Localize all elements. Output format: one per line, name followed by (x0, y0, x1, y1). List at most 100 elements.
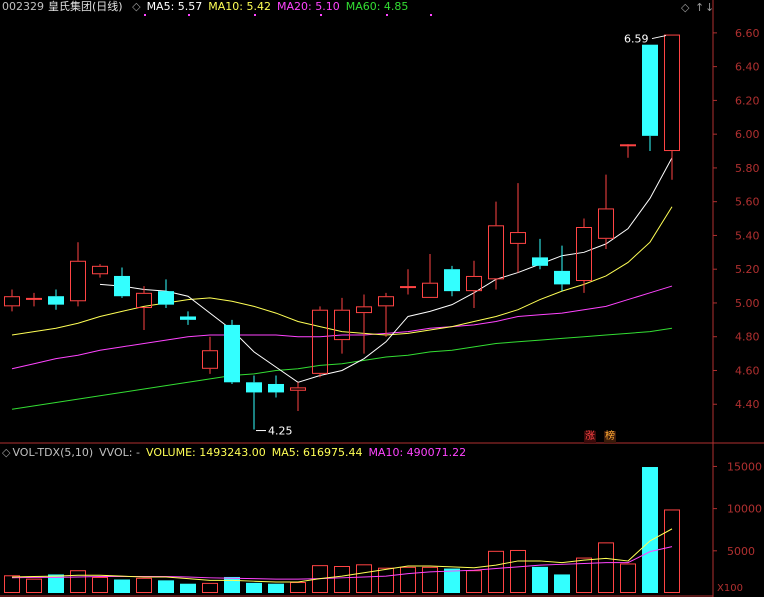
volume-bar (378, 567, 394, 593)
price-tick-label: 4.60 (735, 364, 760, 377)
arrow-down-icon[interactable]: ↓ (705, 1, 714, 14)
bang-badge[interactable]: 榜 (604, 431, 616, 443)
candle (378, 292, 394, 337)
zhang-badge[interactable]: 涨 (584, 431, 596, 443)
candle (180, 311, 196, 325)
candle (510, 183, 526, 273)
candle (48, 289, 64, 310)
candle (224, 319, 240, 384)
candle (26, 292, 42, 307)
volume-header: ◇ VOL-TDX(5,10) VVOL: - VOLUME: 1493243.00 M… (2, 446, 472, 460)
volume-bar (202, 582, 218, 593)
vol-settings-diamond-icon[interactable]: ◇ (2, 446, 10, 459)
candle-body (246, 382, 262, 393)
candle-body (576, 227, 592, 282)
ma60-label: MA60: 4.85 (345, 0, 409, 13)
price-axis: 6.60 6.40 6.20 6.00 5.80 5.60 5.40 5.20 5.00 4.80… (713, 27, 760, 411)
candle (488, 201, 504, 290)
volume-bar (422, 566, 438, 593)
candle (356, 294, 372, 354)
candle-body (378, 296, 394, 307)
stock-code: 002329 (2, 0, 44, 13)
volume-tick-label: 10000 (727, 503, 762, 516)
event-marker (430, 14, 432, 16)
volume-bar (180, 583, 196, 593)
vol-ma10-label: MA10: 490071.22 (368, 446, 467, 459)
ma20-label: MA20: 5.10 (277, 0, 340, 13)
candle-body (180, 316, 196, 320)
candle (158, 279, 174, 309)
volume-value: VOLUME: 1493243.00 (145, 446, 266, 459)
candle (598, 174, 614, 249)
candle (268, 375, 284, 398)
vol-indicator-label[interactable]: VOL-TDX(5,10) (12, 446, 93, 459)
candle-body (598, 208, 614, 239)
volume-bar (510, 549, 526, 593)
volume-bar (334, 566, 350, 593)
volume-bar (664, 509, 680, 593)
price-tick-label: 5.60 (735, 196, 760, 209)
volume-ma10-line (11, 546, 673, 580)
volume-bar (136, 577, 152, 593)
volume-bars[interactable] (4, 467, 680, 593)
candle (466, 260, 482, 309)
arrow-up-icon[interactable]: ↑ (695, 1, 704, 14)
candle (202, 336, 218, 374)
volume-bar (4, 575, 20, 593)
candle (70, 242, 86, 307)
moving-average-lines (11, 157, 673, 410)
price-tick-label: 5.20 (735, 263, 760, 276)
stock-chart: 6.60 6.40 6.20 6.00 5.80 5.60 5.40 5.20 5.00 4.80… (0, 0, 764, 597)
candle-body (466, 275, 482, 292)
volume-bar (356, 564, 372, 593)
candle-body (532, 257, 548, 266)
volume-bar (642, 467, 658, 593)
event-marker (188, 14, 190, 16)
candle-body (224, 324, 240, 383)
vvol-label: VVOL: - (99, 446, 140, 459)
volume-bar (114, 579, 130, 593)
candle-body (510, 232, 526, 244)
candle (92, 264, 108, 278)
volume-tick-label: 15000 (727, 460, 762, 473)
event-marker (254, 14, 256, 16)
ma10-label: MA10: 5.42 (208, 0, 271, 13)
candle-body (400, 286, 416, 289)
settings-diamond-icon[interactable]: ◇ (132, 0, 140, 13)
candle (4, 289, 20, 312)
candle-body (26, 297, 42, 300)
event-marker (386, 14, 388, 16)
event-marker (144, 14, 146, 16)
vol-ma5-label: MA5: 616975.44 (271, 446, 363, 459)
volume-bar (598, 542, 614, 593)
candle (246, 375, 262, 430)
volume-ma-lines (11, 528, 673, 583)
price-tick-label: 4.40 (735, 398, 760, 411)
price-tick-label: 4.80 (735, 331, 760, 344)
candle (532, 238, 548, 270)
candle-body (664, 34, 680, 152)
stock-name[interactable]: 皇氏集团(日线) (48, 0, 123, 13)
volume-bar (224, 576, 240, 593)
price-tick-label: 6.60 (735, 27, 760, 40)
ma5-label: MA5: 5.57 (146, 0, 203, 13)
candle-body (202, 350, 218, 369)
candle (136, 286, 152, 330)
candle-body (554, 270, 570, 285)
candle-body (444, 269, 460, 292)
price-tick-label: 5.00 (735, 297, 760, 310)
candle (400, 269, 416, 295)
candle (114, 267, 130, 298)
high-label: 6.59 (624, 33, 649, 46)
volume-bar (26, 578, 42, 593)
candle-body (114, 275, 130, 297)
diamond-control-icon[interactable]: ◇ (681, 1, 689, 14)
candle-body (620, 144, 636, 147)
ma10-line (11, 206, 673, 336)
price-header: 002329 皇氏集团(日线) ◇ MA5: 5.57 MA10: 5.42 MA20:… (2, 0, 414, 14)
volume-bar (620, 563, 636, 593)
candle (664, 34, 680, 180)
volume-axis: 15000 10000 5000 (713, 460, 762, 558)
candle-body (422, 282, 438, 298)
candle (620, 144, 636, 158)
